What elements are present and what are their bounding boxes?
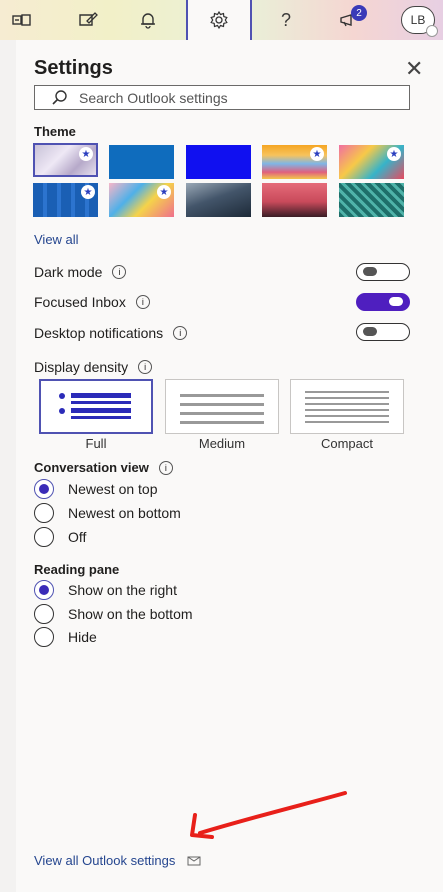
search-icon	[52, 89, 67, 105]
radio-button[interactable]	[34, 627, 54, 647]
theme-swatch-pink-illustration[interactable]: ★	[339, 145, 404, 179]
radio-hide[interactable]: Hide	[34, 627, 97, 647]
theme-swatch-royal-blue[interactable]	[186, 145, 251, 179]
density-compact-label: Compact	[320, 436, 374, 451]
star-icon: ★	[310, 147, 324, 161]
theme-swatch-blue[interactable]	[109, 145, 174, 179]
theme-swatch-architecture[interactable]	[186, 183, 251, 217]
density-medium-label: Medium	[198, 436, 246, 451]
help-icon[interactable]: ?	[266, 0, 306, 40]
radio-off[interactable]: Off	[34, 527, 86, 547]
gear-icon[interactable]	[186, 0, 252, 40]
help-label: ?	[280, 9, 291, 30]
radio-newest-on-top[interactable]: Newest on top	[34, 479, 158, 499]
view-all-outlook-settings-label: View all Outlook settings	[34, 853, 176, 868]
search-input[interactable]	[79, 89, 379, 106]
theme-swatch-abstract-lilac[interactable]: ★	[33, 143, 98, 177]
search-box[interactable]	[34, 85, 410, 110]
star-icon: ★	[81, 185, 95, 199]
theme-swatch-rainbow[interactable]: ★	[262, 145, 327, 179]
open-external-icon	[187, 856, 201, 865]
top-toolbar: ? 2 LB	[0, 0, 443, 40]
focused-inbox-toggle[interactable]	[356, 293, 410, 311]
radio-button-selected[interactable]	[34, 580, 54, 600]
radio-label: Off	[68, 529, 87, 545]
presence-status-icon	[426, 25, 438, 37]
desktop-notifications-label: Desktop notifications	[34, 325, 164, 341]
page-title: Settings	[34, 57, 113, 79]
megaphone-icon[interactable]: 2	[330, 0, 370, 40]
annotation-arrow-icon	[190, 791, 347, 839]
radio-button[interactable]	[34, 527, 54, 547]
dark-mode-label: Dark mode	[34, 264, 103, 280]
density-compact-card[interactable]	[290, 379, 404, 434]
theme-swatch-circuit[interactable]	[339, 183, 404, 217]
theme-swatch-blueprint[interactable]: ★	[33, 183, 98, 217]
density-full-preview	[59, 393, 131, 419]
star-icon: ★	[157, 185, 171, 199]
radio-show-on-bottom[interactable]: Show on the bottom	[34, 604, 193, 624]
radio-label: Newest on bottom	[68, 505, 181, 521]
info-icon[interactable]: i	[112, 265, 127, 279]
view-all-themes-link[interactable]: View all	[34, 232, 79, 247]
info-icon[interactable]: i	[138, 360, 153, 374]
theme-swatch-colorful-desk[interactable]: ★	[109, 183, 174, 217]
radio-label: Show on the right	[68, 582, 177, 598]
density-medium-preview	[180, 394, 264, 424]
conversation-view-heading: Conversation view	[34, 460, 149, 475]
display-density-heading: Display density	[34, 359, 129, 375]
info-icon[interactable]: i	[173, 326, 188, 340]
theme-heading: Theme	[34, 124, 76, 139]
star-icon: ★	[387, 147, 401, 161]
compose-feedback-icon[interactable]	[68, 0, 108, 40]
notification-badge: 2	[351, 5, 367, 21]
radio-button[interactable]	[34, 503, 54, 523]
radio-button-selected[interactable]	[34, 479, 54, 499]
radio-label: Show on the bottom	[68, 606, 193, 622]
desktop-notifications-row: Desktop notifications i	[34, 325, 188, 341]
star-icon: ★	[79, 147, 93, 161]
view-all-outlook-settings-link[interactable]: View all Outlook settings	[34, 853, 201, 868]
density-full-card[interactable]	[39, 379, 153, 434]
theme-swatch-palm-sunset[interactable]	[262, 183, 327, 217]
avatar[interactable]: LB	[401, 6, 438, 37]
info-icon[interactable]: i	[135, 295, 150, 309]
panel-edge	[0, 40, 16, 892]
dark-mode-toggle[interactable]	[356, 263, 410, 281]
info-icon[interactable]: i	[158, 460, 173, 475]
focused-inbox-row: Focused Inbox i	[34, 294, 150, 310]
close-icon[interactable]: ✕	[405, 56, 423, 82]
conversation-view-row: Conversation view i	[34, 460, 173, 475]
avatar-initials: LB	[410, 13, 426, 27]
display-density-row: Display density i	[34, 359, 153, 375]
radio-label: Hide	[68, 629, 97, 645]
density-medium-card[interactable]	[165, 379, 279, 434]
density-compact-preview	[305, 391, 389, 423]
radio-button[interactable]	[34, 604, 54, 624]
desktop-notifications-toggle[interactable]	[356, 323, 410, 341]
radio-newest-on-bottom[interactable]: Newest on bottom	[34, 503, 181, 523]
focused-inbox-label: Focused Inbox	[34, 294, 126, 310]
radio-show-on-right[interactable]: Show on the right	[34, 580, 177, 600]
teams-icon[interactable]	[2, 0, 42, 40]
density-full-label: Full	[85, 436, 107, 451]
dark-mode-row: Dark mode i	[34, 264, 127, 280]
reading-pane-heading: Reading pane	[34, 562, 120, 577]
radio-label: Newest on top	[68, 481, 158, 497]
bell-icon[interactable]	[128, 0, 168, 40]
